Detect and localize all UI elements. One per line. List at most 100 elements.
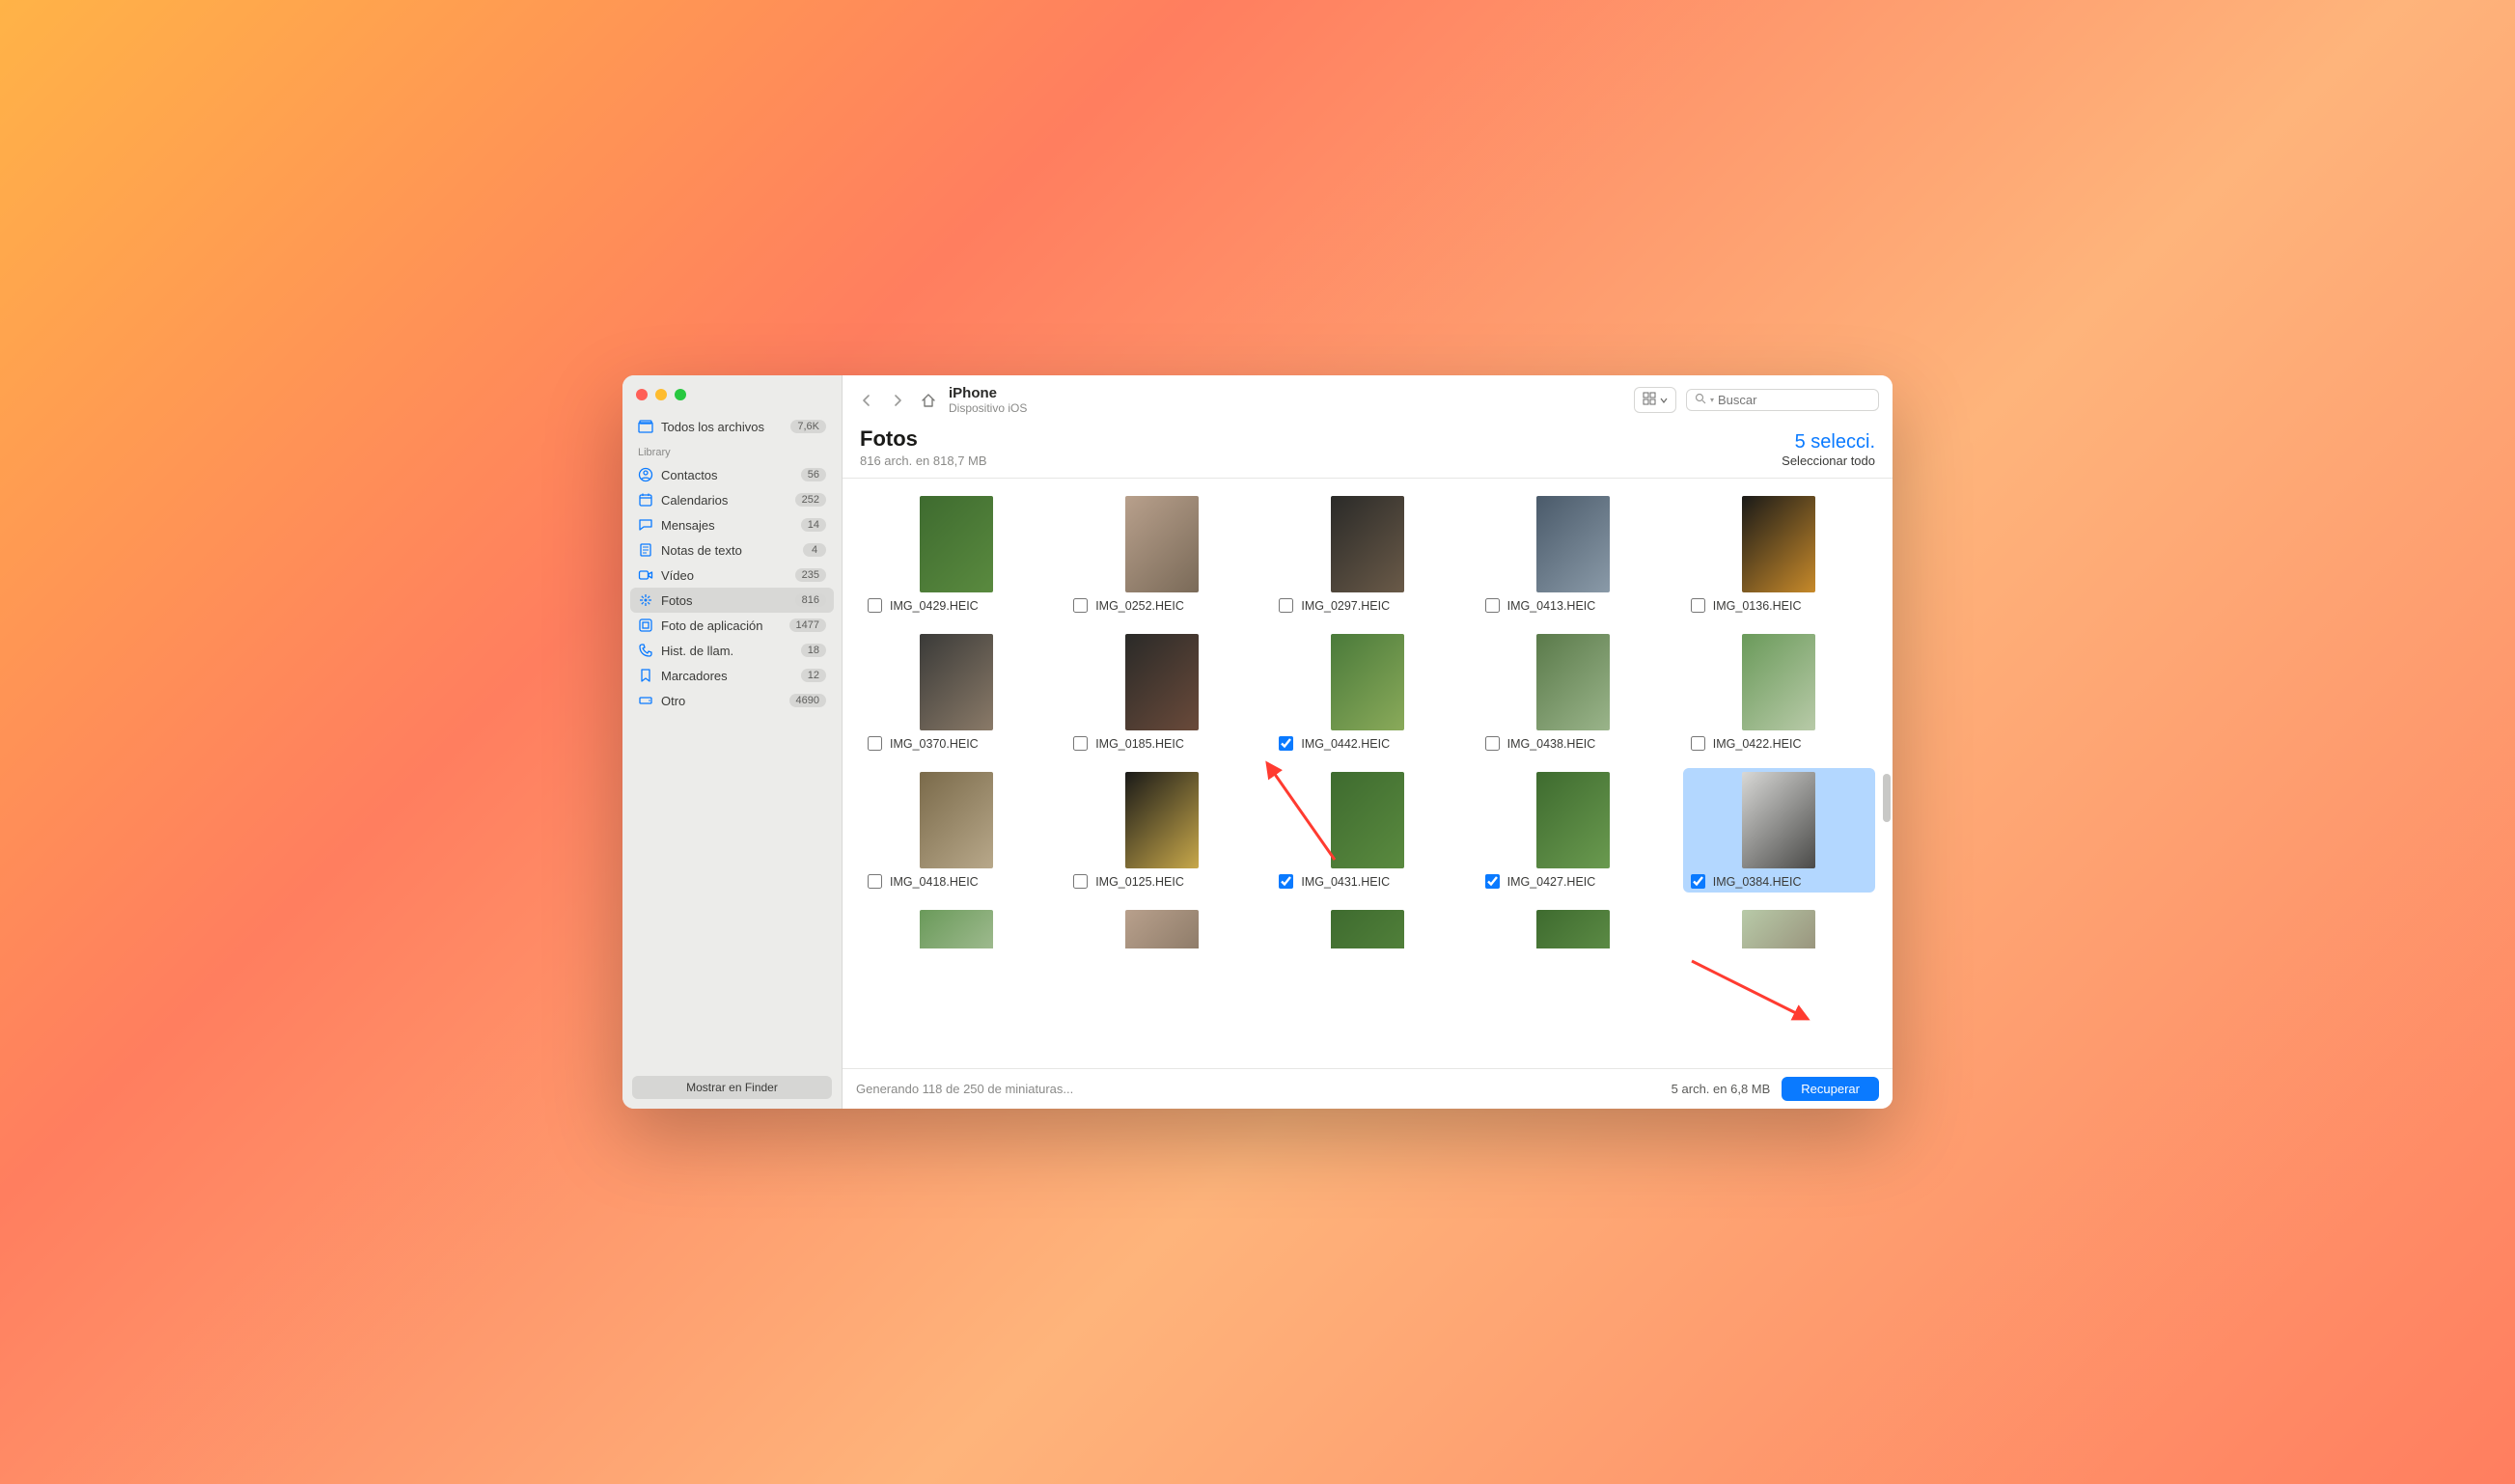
sidebar-item-badge: 14 (801, 518, 826, 532)
zoom-window-button[interactable] (675, 389, 686, 400)
photo-thumbnail[interactable] (893, 910, 1020, 948)
photo-cell[interactable] (1271, 906, 1463, 952)
device-title: iPhone (949, 385, 1624, 401)
sidebar-item-hist[interactable]: Hist. de llam.18 (630, 638, 834, 663)
sidebar-item-all-files[interactable]: Todos los archivos 7,6K (630, 414, 834, 439)
search-field[interactable]: ▾ (1686, 389, 1879, 411)
sidebar-item-label: Fotos (661, 593, 788, 608)
footer: Generando 118 de 250 de miniaturas... 5 … (843, 1068, 1893, 1109)
sidebar-item-label: Marcadores (661, 669, 793, 683)
photo-filename: IMG_0185.HEIC (1095, 737, 1184, 751)
photo-checkbox[interactable] (1279, 736, 1293, 751)
photo-checkbox[interactable] (1691, 736, 1705, 751)
nav-forward-button[interactable] (887, 390, 908, 411)
photo-cell[interactable]: IMG_0384.HEIC (1683, 768, 1875, 893)
photo-checkbox[interactable] (1485, 736, 1500, 751)
select-all-button[interactable]: Seleccionar todo (1782, 453, 1875, 468)
photo-thumbnail[interactable] (1715, 772, 1842, 868)
photo-cell[interactable]: IMG_0429.HEIC (860, 492, 1052, 617)
photo-thumbnail[interactable] (1509, 496, 1637, 592)
chevron-down-icon (1660, 394, 1668, 407)
photo-cell[interactable]: IMG_0125.HEIC (1065, 768, 1258, 893)
photo-checkbox[interactable] (1279, 598, 1293, 613)
photo-cell[interactable]: IMG_0442.HEIC (1271, 630, 1463, 755)
view-options-button[interactable] (1634, 387, 1676, 413)
photo-checkbox[interactable] (1073, 736, 1088, 751)
photo-cell[interactable]: IMG_0252.HEIC (1065, 492, 1258, 617)
photo-thumbnail[interactable] (1304, 634, 1431, 730)
phone-icon (638, 643, 653, 658)
page-summary: 816 arch. en 818,7 MB (860, 453, 1782, 468)
scrollbar-thumb[interactable] (1883, 774, 1891, 822)
sidebar-item-otro[interactable]: Otro4690 (630, 688, 834, 713)
sidebar-item-contactos[interactable]: Contactos56 (630, 462, 834, 487)
sidebar-item-badge: 1477 (789, 618, 826, 632)
photo-cell[interactable]: IMG_0297.HEIC (1271, 492, 1463, 617)
photo-thumbnail[interactable] (1715, 634, 1842, 730)
sidebar-item-badge: 56 (801, 468, 826, 481)
photo-filename: IMG_0429.HEIC (890, 599, 979, 613)
show-in-finder-button[interactable]: Mostrar en Finder (632, 1076, 832, 1099)
photo-thumbnail[interactable] (1509, 910, 1637, 948)
photo-checkbox[interactable] (868, 736, 882, 751)
nav-home-button[interactable] (918, 390, 939, 411)
photo-checkbox[interactable] (1073, 874, 1088, 889)
photo-thumbnail[interactable] (1509, 772, 1637, 868)
photo-cell[interactable]: IMG_0185.HEIC (1065, 630, 1258, 755)
close-window-button[interactable] (636, 389, 648, 400)
selection-summary: 5 arch. en 6,8 MB (1672, 1082, 1771, 1096)
photo-thumbnail[interactable] (893, 496, 1020, 592)
search-input[interactable] (1718, 393, 1888, 407)
sidebar-item-calendarios[interactable]: Calendarios252 (630, 487, 834, 512)
photo-cell[interactable]: IMG_0370.HEIC (860, 630, 1052, 755)
photo-cell[interactable]: IMG_0418.HEIC (860, 768, 1052, 893)
sidebar-item-notas[interactable]: Notas de texto4 (630, 537, 834, 563)
photo-checkbox[interactable] (1279, 874, 1293, 889)
nav-back-button[interactable] (856, 390, 877, 411)
sidebar-item-label: Todos los archivos (661, 420, 783, 434)
photo-thumbnail[interactable] (1098, 772, 1226, 868)
photo-cell[interactable]: IMG_0438.HEIC (1478, 630, 1670, 755)
photo-thumbnail[interactable] (1098, 910, 1226, 948)
photo-thumbnail[interactable] (893, 772, 1020, 868)
sidebar-item-marcadores[interactable]: Marcadores12 (630, 663, 834, 688)
photo-checkbox[interactable] (1691, 874, 1705, 889)
device-subtitle: Dispositivo iOS (949, 401, 1624, 415)
app-icon (638, 618, 653, 633)
photo-checkbox[interactable] (1073, 598, 1088, 613)
photo-thumbnail[interactable] (1098, 496, 1226, 592)
photo-checkbox[interactable] (868, 598, 882, 613)
photo-cell[interactable]: IMG_0136.HEIC (1683, 492, 1875, 617)
sidebar-item-video[interactable]: Vídeo235 (630, 563, 834, 588)
photo-thumbnail[interactable] (1715, 910, 1842, 948)
photo-cell[interactable]: IMG_0413.HEIC (1478, 492, 1670, 617)
photo-thumbnail[interactable] (1715, 496, 1842, 592)
photo-checkbox[interactable] (1691, 598, 1705, 613)
photo-thumbnail[interactable] (1509, 634, 1637, 730)
photo-thumbnail[interactable] (1098, 634, 1226, 730)
photo-cell[interactable] (860, 906, 1052, 952)
sidebar-item-fotoapp[interactable]: Foto de aplicación1477 (630, 613, 834, 638)
photo-cell[interactable]: IMG_0427.HEIC (1478, 768, 1670, 893)
video-icon (638, 567, 653, 583)
photo-checkbox[interactable] (1485, 598, 1500, 613)
photo-filename: IMG_0384.HEIC (1713, 875, 1802, 889)
recover-button[interactable]: Recuperar (1782, 1077, 1879, 1101)
photo-cell[interactable] (1065, 906, 1258, 952)
sidebar-item-mensajes[interactable]: Mensajes 14 (630, 512, 834, 537)
photo-cell[interactable] (1478, 906, 1670, 952)
photo-thumbnail[interactable] (1304, 496, 1431, 592)
photo-cell[interactable] (1683, 906, 1875, 952)
photo-thumbnail[interactable] (893, 634, 1020, 730)
photo-cell[interactable]: IMG_0431.HEIC (1271, 768, 1463, 893)
sidebar-item-fotos[interactable]: Fotos816 (630, 588, 834, 613)
photo-cell[interactable]: IMG_0422.HEIC (1683, 630, 1875, 755)
sidebar-item-label: Mensajes (661, 518, 793, 533)
photo-checkbox[interactable] (1485, 874, 1500, 889)
photo-checkbox[interactable] (868, 874, 882, 889)
photo-filename: IMG_0422.HEIC (1713, 737, 1802, 751)
minimize-window-button[interactable] (655, 389, 667, 400)
photo-thumbnail[interactable] (1304, 910, 1431, 948)
photo-thumbnail[interactable] (1304, 772, 1431, 868)
photo-grid-scroll[interactable]: IMG_0429.HEICIMG_0252.HEICIMG_0297.HEICI… (843, 479, 1893, 1068)
